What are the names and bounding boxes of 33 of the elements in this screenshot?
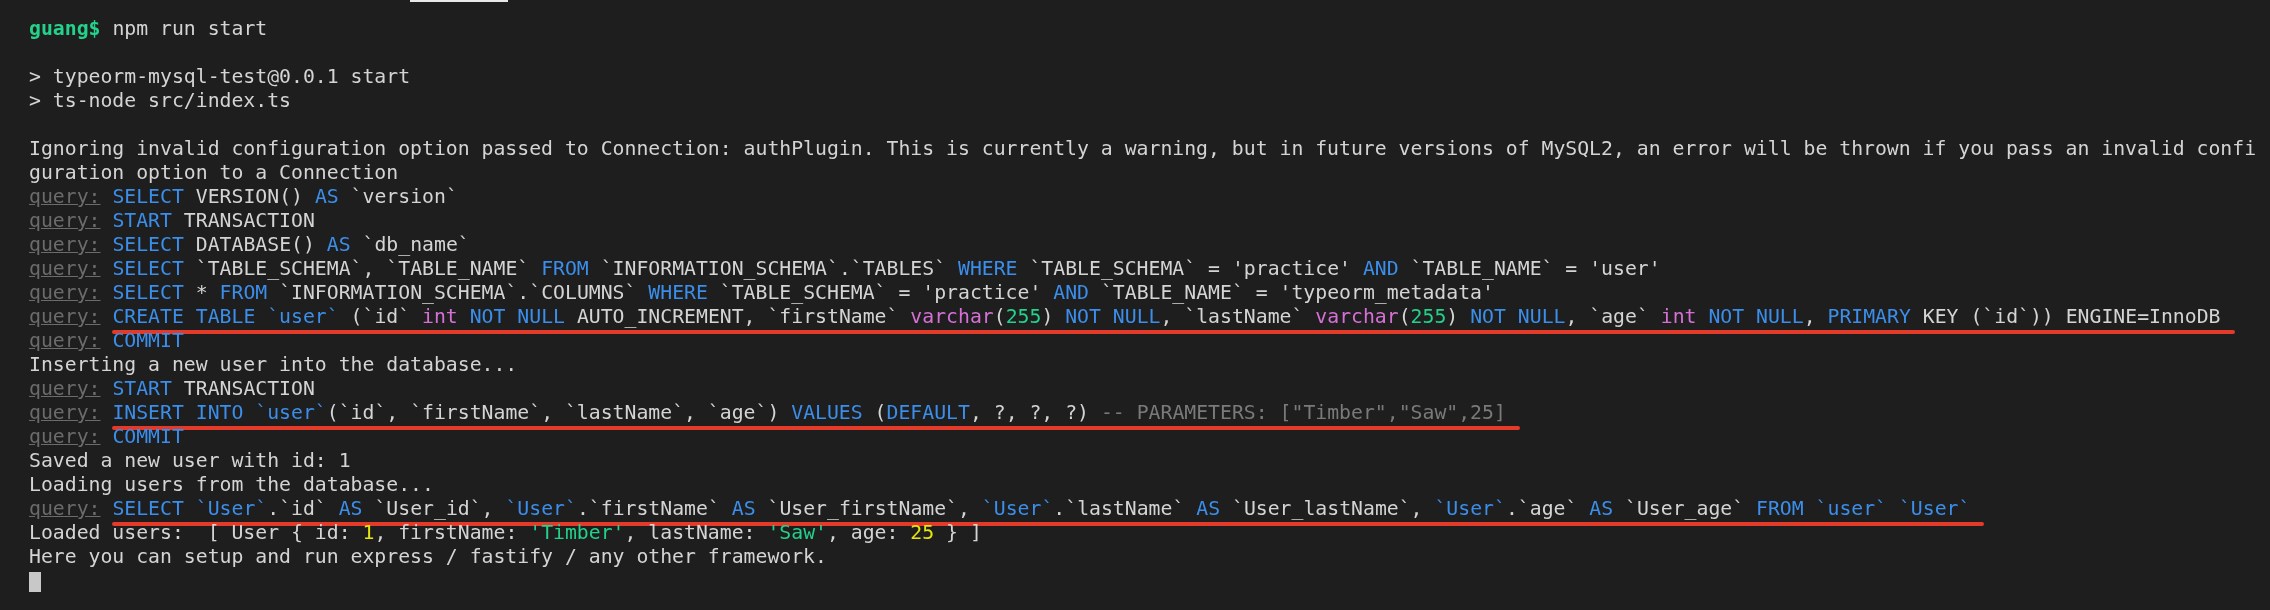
sql-query: CREATE TABLE `user` (`id` int NOT NULL AUTO_INCREMENT, `firstName` varchar(255) NOT NULL, `lastName` varchar(255) NOT NULL, `age` int NOT NULL, PRIMARY KEY (`id`)) ENGINE=InnoDB — [112, 305, 2221, 328]
sql-query: START TRANSACTION — [112, 377, 315, 400]
console-output: Ignoring invalid configuration option passed to Connection: authPlugin. This is currently a warning, but in future versions of MySQL2, an error will be thrown if you pass an invalid confi — [29, 137, 2257, 160]
query-label: query: — [29, 281, 101, 304]
query-label: query: — [29, 305, 101, 328]
console-output: Loaded users: [ User { id: 1, firstName: 'Timber', lastName: 'Saw', age: 25 } ] — [29, 521, 982, 544]
sql-query: COMMIT — [112, 329, 184, 352]
console-output: Inserting a new user into the database... — [29, 353, 518, 376]
query-label: query: — [29, 377, 101, 400]
query-label: query: — [29, 425, 101, 448]
console-output: Saved a new user with id: 1 — [29, 449, 351, 472]
query-label: query: — [29, 209, 101, 232]
sql-query: SELECT VERSION() AS `version` — [112, 185, 458, 208]
query-label: query: — [29, 185, 101, 208]
command-line: guang$ npm run start — [29, 17, 268, 40]
query-label: query: — [29, 401, 101, 424]
query-label: query: — [29, 329, 101, 352]
sql-query: INSERT INTO `user`(`id`, `firstName`, `lastName`, `age`) VALUES (DEFAULT, ?, ?, ?) -- PARAMETERS: ["Timber","Saw",25] — [112, 401, 1506, 424]
sql-query: SELECT `TABLE_SCHEMA`, `TABLE_NAME` FROM `INFORMATION_SCHEMA`.`TABLES` WHERE `TABLE_SCHEMA` = 'practice' AND `TABLE_NAME` = 'user' — [112, 257, 1661, 280]
cursor — [29, 571, 41, 592]
query-label: query: — [29, 497, 101, 520]
sql-query: START TRANSACTION — [112, 209, 315, 232]
sql-query: SELECT * FROM `INFORMATION_SCHEMA`.`COLUMNS` WHERE `TABLE_SCHEMA` = 'practice' AND `TABLE_NAME` = 'typeorm_metadata' — [112, 281, 1494, 304]
console-output: > typeorm-mysql-test@0.0.1 start — [29, 65, 411, 88]
sql-query: SELECT DATABASE() AS `db_name` — [112, 233, 470, 256]
console-output: guration option to a Connection — [29, 161, 399, 184]
console-output: > ts-node src/index.ts — [29, 89, 291, 112]
sql-query: SELECT `User`.`id` AS `User_id`, `User`.`firstName` AS `User_firstName`, `User`.`lastName` AS `User_lastName`, `User`.`age` AS `User_age` FROM `user` `User` — [112, 497, 1971, 520]
query-label: query: — [29, 233, 101, 256]
console-output: Loading users from the database... — [29, 473, 434, 496]
console-output: Here you can setup and run express / fastify / any other framework. — [29, 545, 827, 568]
sql-query: COMMIT — [112, 425, 184, 448]
query-label: query: — [29, 257, 101, 280]
